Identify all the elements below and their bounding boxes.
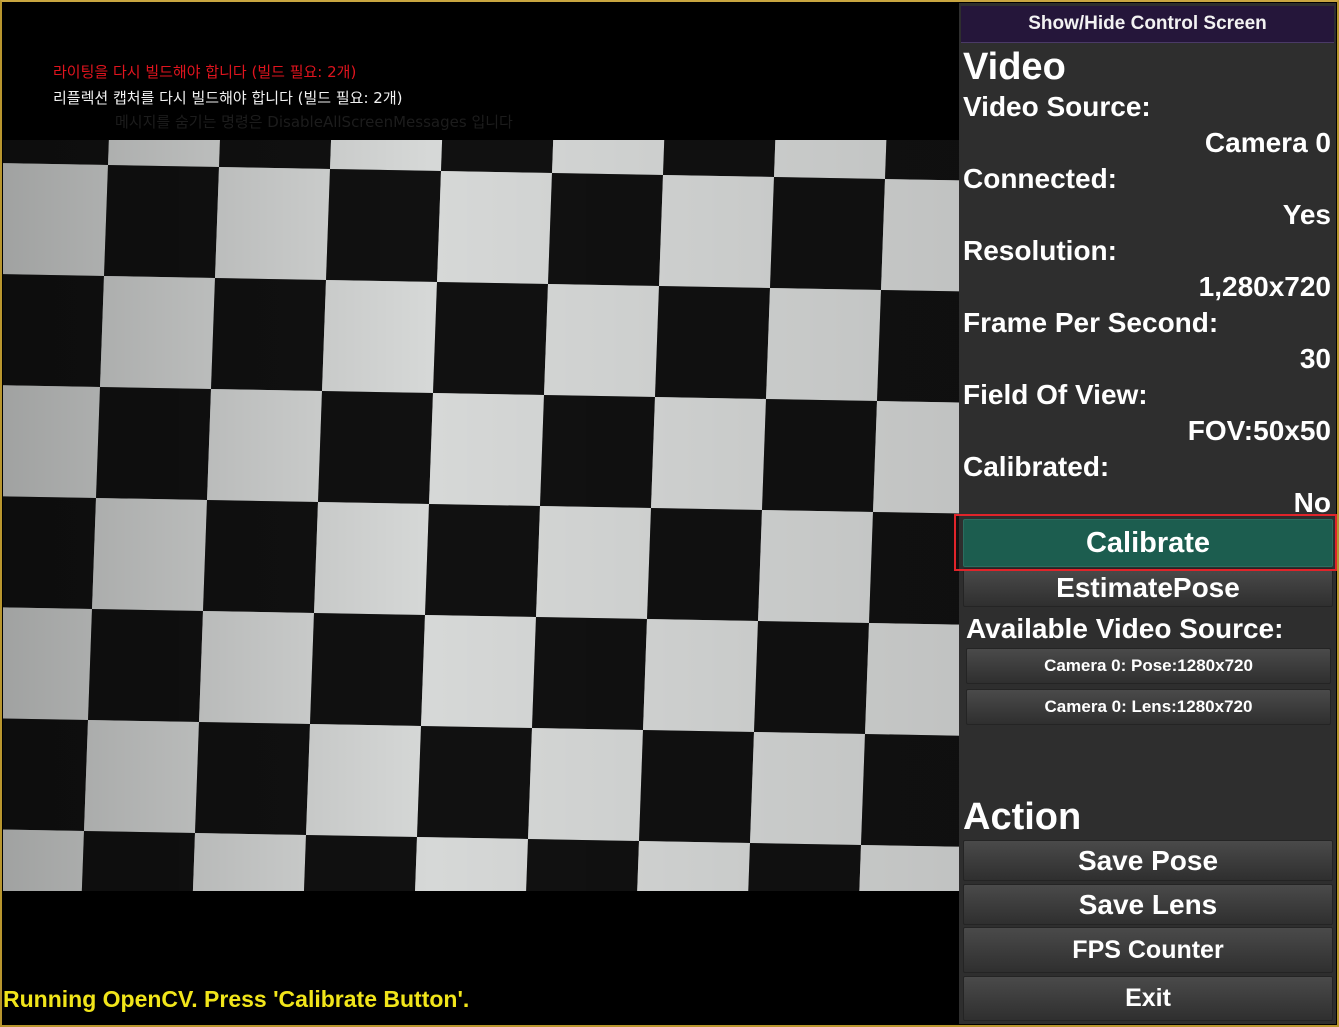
video-viewport: 라이팅을 다시 빌드해야 합니다 (빌드 필요: 2개) 리플렉션 캡처를 다시… bbox=[3, 3, 959, 1024]
fps-label: Frame Per Second: bbox=[963, 307, 1219, 338]
source-lens-button[interactable]: Camera 0: Lens:1280x720 bbox=[966, 689, 1331, 725]
video-source-value: Camera 0 bbox=[1204, 127, 1331, 158]
exit-button[interactable]: Exit bbox=[963, 976, 1333, 1021]
available-video-source-title: Available Video Source: bbox=[966, 613, 1284, 644]
show-hide-control-button[interactable]: Show/Hide Control Screen bbox=[961, 6, 1334, 43]
calibrated-value: No bbox=[1293, 487, 1331, 518]
estimate-pose-button[interactable]: EstimatePose bbox=[963, 568, 1333, 607]
hide-messages-hint: 메시지를 숨기는 명령은 DisableAllScreenMessages 입니… bbox=[115, 113, 513, 131]
save-pose-button[interactable]: Save Pose bbox=[963, 840, 1333, 881]
lighting-rebuild-warning: 라이팅을 다시 빌드해야 합니다 (빌드 필요: 2개) bbox=[53, 63, 357, 81]
calibrated-label: Calibrated: bbox=[963, 451, 1110, 482]
field-of-view-label: Field Of View: bbox=[963, 379, 1148, 410]
status-message: Running OpenCV. Press 'Calibrate Button'… bbox=[3, 986, 470, 1012]
save-lens-button[interactable]: Save Lens bbox=[963, 884, 1333, 925]
checkerboard-image bbox=[3, 140, 959, 891]
reflection-rebuild-warning: 리플렉션 캡처를 다시 빌드해야 합니다 (빌드 필요: 2개) bbox=[53, 89, 403, 107]
video-section-title: Video bbox=[963, 46, 1066, 88]
resolution-value: 1,280x720 bbox=[1198, 271, 1331, 302]
resolution-label: Resolution: bbox=[963, 235, 1117, 266]
fps-counter-button[interactable]: FPS Counter bbox=[963, 927, 1333, 973]
calibrate-highlight-box bbox=[954, 514, 1337, 571]
control-panel: Show/Hide Control Screen Video Video Sou… bbox=[954, 3, 1337, 1024]
field-of-view-value: FOV:50x50 bbox=[1187, 415, 1331, 446]
camera-feed bbox=[3, 140, 959, 891]
action-section-title: Action bbox=[963, 796, 1082, 838]
connected-label: Connected: bbox=[963, 163, 1117, 194]
source-pose-button[interactable]: Camera 0: Pose:1280x720 bbox=[966, 648, 1331, 684]
video-source-label: Video Source: bbox=[963, 91, 1151, 122]
connected-value: Yes bbox=[1282, 199, 1331, 230]
fps-value: 30 bbox=[1299, 343, 1331, 374]
